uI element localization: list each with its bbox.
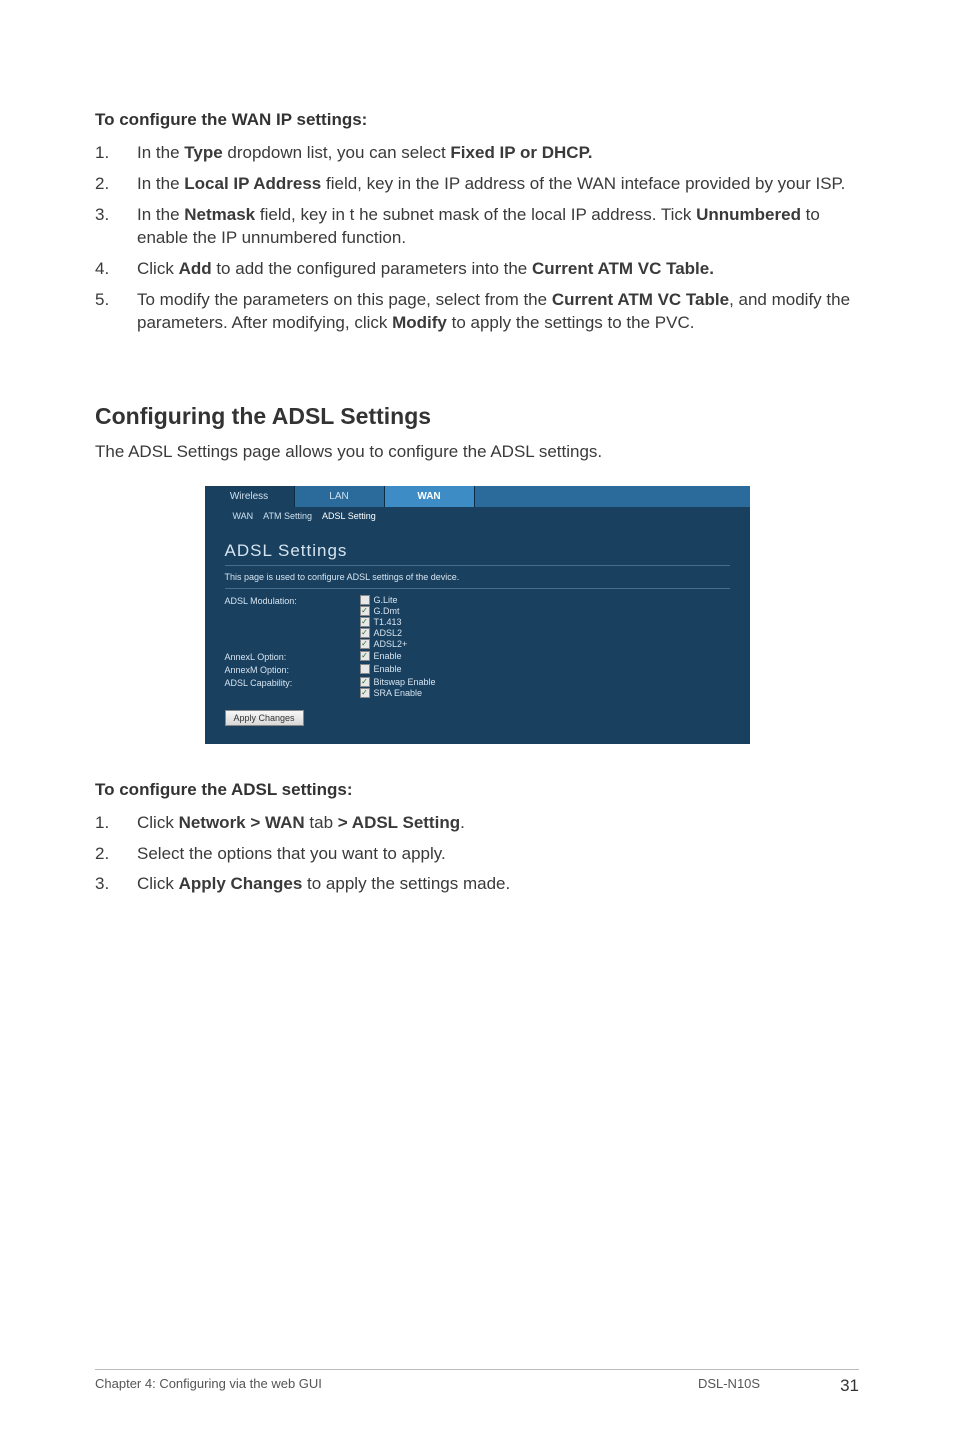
step-number: 3.	[95, 204, 137, 250]
step-text: Select the options that you want to appl…	[137, 843, 859, 866]
list-item: 2. In the Local IP Address field, key in…	[95, 173, 859, 196]
step-text: To modify the parameters on this page, s…	[137, 289, 859, 335]
subtab-atm[interactable]: ATM Setting	[263, 511, 312, 521]
list-item: 3. Click Apply Changes to apply the sett…	[95, 873, 859, 896]
tab-wan[interactable]: WAN	[385, 486, 475, 507]
checkbox-adsl2p[interactable]: ✓	[360, 639, 370, 649]
adsl-steps-list: 1. Click Network > WAN tab > ADSL Settin…	[95, 812, 859, 897]
checkbox-sra[interactable]: ✓	[360, 688, 370, 698]
label-annexm: AnnexM Option:	[225, 664, 360, 675]
divider	[225, 565, 730, 566]
option-t1413: ✓T1.413	[360, 617, 408, 627]
settings-block: ADSL Modulation: G.Lite ✓G.Dmt ✓T1.413 ✓…	[225, 595, 730, 698]
list-item: 2. Select the options that you want to a…	[95, 843, 859, 866]
list-item: 3. In the Netmask field, key in t he sub…	[95, 204, 859, 250]
adsl-description: The ADSL Settings page allows you to con…	[95, 442, 859, 462]
tab-wireless[interactable]: Wireless	[205, 486, 295, 507]
list-item: 4. Click Add to add the configured param…	[95, 258, 859, 281]
wan-steps-list: 1. In the Type dropdown list, you can se…	[95, 142, 859, 335]
footer-chapter: Chapter 4: Configuring via the web GUI	[95, 1376, 322, 1396]
step-text: In the Type dropdown list, you can selec…	[137, 142, 859, 165]
step-number: 1.	[95, 812, 137, 835]
list-item: 5. To modify the parameters on this page…	[95, 289, 859, 335]
main-tabs: Wireless LAN WAN	[205, 486, 750, 507]
sub-tabs: WAN ATM Setting ADSL Setting	[205, 507, 750, 525]
adsl-main-heading: Configuring the ADSL Settings	[95, 403, 859, 430]
step-number: 1.	[95, 142, 137, 165]
checkbox-gdmt[interactable]: ✓	[360, 606, 370, 616]
checkbox-annexm-enable[interactable]	[360, 664, 370, 674]
checkbox-glite[interactable]	[360, 595, 370, 605]
annexm-options: Enable	[360, 664, 402, 674]
footer-model: DSL-N10S	[698, 1376, 760, 1396]
option-annexl-enable: ✓Enable	[360, 651, 402, 661]
label-modulation: ADSL Modulation:	[225, 595, 360, 606]
step-number: 2.	[95, 843, 137, 866]
apply-changes-button[interactable]: Apply Changes	[225, 710, 304, 726]
step-text: In the Local IP Address field, key in th…	[137, 173, 859, 196]
option-adsl2p: ✓ADSL2+	[360, 639, 408, 649]
subtab-wan[interactable]: WAN	[233, 511, 254, 521]
checkbox-annexl-enable[interactable]: ✓	[360, 651, 370, 661]
option-adsl2: ✓ADSL2	[360, 628, 408, 638]
option-gdmt: ✓G.Dmt	[360, 606, 408, 616]
annexl-options: ✓Enable	[360, 651, 402, 661]
setting-row-annexm: AnnexM Option: Enable	[225, 664, 730, 675]
tabs-filler	[475, 486, 750, 507]
label-annexl: AnnexL Option:	[225, 651, 360, 662]
list-item: 1. In the Type dropdown list, you can se…	[95, 142, 859, 165]
label-capability: ADSL Capability:	[225, 677, 360, 688]
setting-row-modulation: ADSL Modulation: G.Lite ✓G.Dmt ✓T1.413 ✓…	[225, 595, 730, 649]
footer-divider	[95, 1369, 859, 1370]
step-number: 5.	[95, 289, 137, 335]
setting-row-capability: ADSL Capability: ✓Bitswap Enable ✓SRA En…	[225, 677, 730, 698]
setting-row-annexl: AnnexL Option: ✓Enable	[225, 651, 730, 662]
divider	[225, 588, 730, 589]
wan-ip-heading: To configure the WAN IP settings:	[95, 110, 859, 130]
capability-options: ✓Bitswap Enable ✓SRA Enable	[360, 677, 436, 698]
panel-desc: This page is used to configure ADSL sett…	[225, 572, 730, 582]
adsl-screenshot: Wireless LAN WAN WAN ATM Setting ADSL Se…	[205, 486, 750, 744]
step-number: 4.	[95, 258, 137, 281]
step-number: 2.	[95, 173, 137, 196]
step-text: Click Network > WAN tab > ADSL Setting.	[137, 812, 859, 835]
footer: Chapter 4: Configuring via the web GUI D…	[95, 1376, 859, 1396]
step-number: 3.	[95, 873, 137, 896]
tab-lan[interactable]: LAN	[295, 486, 385, 507]
step-text: Click Apply Changes to apply the setting…	[137, 873, 859, 896]
option-glite: G.Lite	[360, 595, 408, 605]
checkbox-adsl2[interactable]: ✓	[360, 628, 370, 638]
step-text: In the Netmask field, key in t he subnet…	[137, 204, 859, 250]
subtab-adsl[interactable]: ADSL Setting	[322, 511, 376, 521]
panel-body: ADSL Settings This page is used to confi…	[205, 525, 750, 744]
checkbox-t1413[interactable]: ✓	[360, 617, 370, 627]
option-annexm-enable: Enable	[360, 664, 402, 674]
panel-title: ADSL Settings	[225, 541, 738, 561]
option-bitswap: ✓Bitswap Enable	[360, 677, 436, 687]
option-sra: ✓SRA Enable	[360, 688, 436, 698]
adsl-settings-heading: To configure the ADSL settings:	[95, 780, 859, 800]
checkbox-bitswap[interactable]: ✓	[360, 677, 370, 687]
list-item: 1. Click Network > WAN tab > ADSL Settin…	[95, 812, 859, 835]
modulation-options: G.Lite ✓G.Dmt ✓T1.413 ✓ADSL2 ✓ADSL2+	[360, 595, 408, 649]
footer-page: 31	[840, 1376, 859, 1396]
step-text: Click Add to add the configured paramete…	[137, 258, 859, 281]
